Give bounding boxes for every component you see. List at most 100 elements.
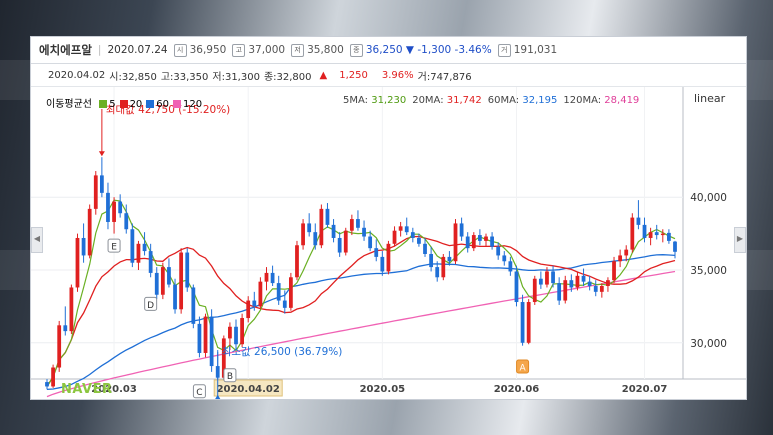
candle-body — [75, 237, 80, 288]
legend-label: 120 — [183, 99, 203, 110]
quote-header: 에치에프알 | 2020.07.24 시 36,950 고 37,000 저 35,8… — [31, 37, 746, 64]
separator: | — [97, 44, 102, 56]
candle-body — [167, 267, 171, 285]
marker-label: A — [519, 363, 526, 373]
candle-body — [673, 241, 677, 252]
candle-body — [191, 287, 196, 324]
legend-swatch — [146, 100, 155, 108]
candle-body — [575, 275, 580, 288]
ma-value: 31,742 — [446, 95, 482, 106]
candle-body — [404, 226, 409, 233]
candle-body — [514, 271, 519, 303]
candle-body — [179, 252, 184, 310]
legend-item-ma20[interactable]: 20 — [119, 99, 143, 110]
legend-item-ma120[interactable]: 120 — [173, 99, 202, 110]
candle — [526, 299, 531, 345]
candle-body — [69, 287, 74, 332]
candle-body — [118, 201, 123, 214]
legend-item-ma5[interactable]: 5 — [99, 99, 116, 110]
candle — [343, 227, 348, 256]
candle-body — [130, 229, 135, 263]
candle-body — [258, 281, 263, 307]
legend-item-ma60[interactable]: 60 — [146, 99, 169, 110]
marker-label: B — [227, 372, 233, 382]
candle-body — [606, 280, 610, 287]
candlestick-chart[interactable]: 40,00035,00030,000 2020.03 2020.04.02 2020… — [31, 87, 746, 400]
scroll-right-button[interactable]: ▶ — [734, 227, 746, 253]
candle-body — [502, 255, 507, 262]
candle-body — [660, 233, 665, 236]
candle — [258, 277, 263, 310]
candle-body — [160, 267, 165, 295]
candle-body — [599, 286, 604, 292]
candle-body — [51, 367, 55, 387]
chart-area[interactable]: 40,000 35,000 30,000 2020.03 2020.04.02 2020… — [31, 87, 746, 400]
marker-a[interactable]: A — [516, 359, 530, 374]
candle-body — [520, 302, 525, 343]
price-change-pct: -3.46% — [454, 44, 492, 56]
legend-swatch — [173, 100, 182, 108]
candle-body — [581, 275, 586, 282]
candle-body — [81, 237, 86, 256]
marker-e[interactable]: E — [107, 238, 121, 253]
high-price: 고 37,000 — [232, 43, 285, 57]
candle-body — [423, 243, 427, 254]
candle-body — [136, 243, 141, 263]
low-price: 저 35,800 — [291, 43, 344, 57]
candle-body — [508, 261, 513, 272]
candle-body — [496, 246, 501, 256]
up-arrow-icon: ▲ — [319, 69, 328, 81]
candle — [69, 284, 74, 335]
legend-label: 5 — [109, 99, 116, 110]
candle-body — [563, 280, 568, 301]
candle-body — [87, 208, 92, 256]
legend-items: 5 20 60 120 — [95, 99, 202, 110]
candle — [319, 204, 324, 249]
x-tick-label: 2020.05 — [360, 384, 406, 395]
candle-body — [124, 213, 129, 230]
candle-body — [642, 224, 647, 238]
candle — [240, 313, 244, 348]
hover-open: 시:32,850 — [109, 71, 157, 83]
candle-body — [307, 223, 312, 233]
candle-body — [337, 237, 342, 253]
candle-body — [331, 224, 336, 238]
scroll-left-button[interactable]: ◀ — [31, 227, 43, 253]
candle-body — [538, 278, 543, 285]
candle-body — [112, 201, 116, 222]
candle-body — [362, 227, 366, 237]
candle — [93, 171, 98, 215]
marker-b[interactable]: B — [223, 368, 237, 383]
hover-low: 저:31,300 — [212, 71, 260, 83]
marker-c[interactable]: C — [192, 384, 206, 399]
hover-date: 2020.04.02 — [48, 69, 106, 81]
candle — [160, 262, 165, 300]
candle-body — [313, 232, 318, 246]
candle — [301, 219, 305, 250]
y-tick-label: 40,000 — [690, 192, 727, 204]
candle — [179, 248, 184, 314]
candle — [51, 364, 55, 388]
hover-volume: 거:747,876 — [417, 71, 472, 83]
scale-toggle[interactable]: linear — [694, 92, 725, 105]
candle — [441, 253, 446, 281]
ma-value: 32,195 — [522, 95, 558, 106]
quote-date: 2020.07.24 — [107, 44, 168, 56]
marker-d[interactable]: D — [144, 296, 158, 311]
candle-body — [276, 283, 281, 301]
candle — [520, 294, 525, 346]
candle — [630, 213, 635, 253]
hover-close: 종:32,800 — [263, 71, 312, 83]
legend-label: 20 — [129, 99, 143, 110]
x-tick-label: 2020.06 — [494, 384, 540, 395]
x-tick-label: 2020.07 — [622, 384, 668, 395]
ma-legend: 이동평균선 5 20 60 120 — [46, 95, 202, 110]
candle-body — [228, 326, 232, 339]
candle — [185, 248, 190, 292]
legend-swatch — [119, 100, 128, 108]
candle-body — [142, 243, 147, 252]
stock-name[interactable]: 에치에프알 — [39, 42, 92, 58]
candle — [130, 223, 135, 268]
candle-body — [392, 230, 397, 244]
candle-body — [368, 236, 373, 249]
